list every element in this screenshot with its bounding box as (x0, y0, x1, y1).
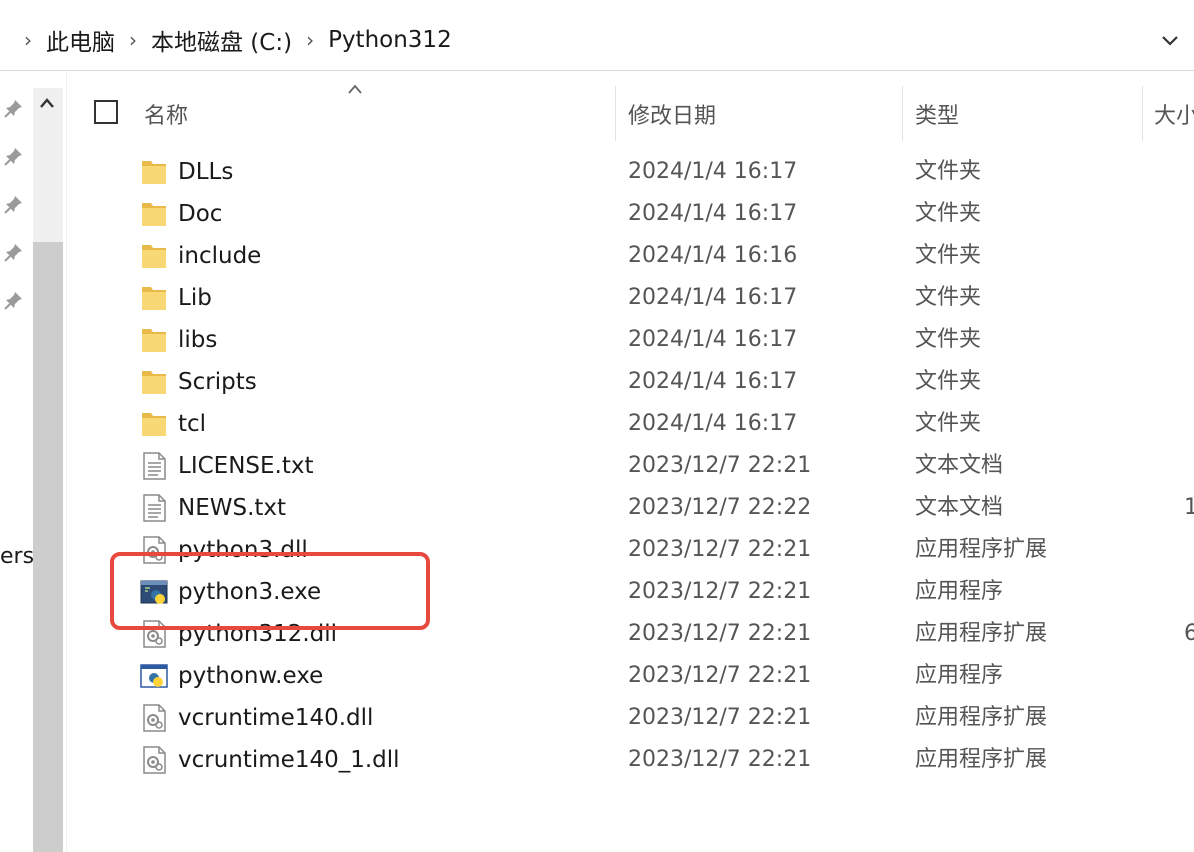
address-bar[interactable]: › 此电脑 › 本地磁盘 (C:) › Python312 (0, 10, 1194, 71)
column-header-name[interactable]: 名称 (144, 86, 188, 141)
column-header-type[interactable]: 类型 (915, 86, 959, 141)
file-row[interactable]: python3.exe 2023/12/7 22:21 应用程序 (0, 571, 1194, 613)
file-row[interactable]: vcruntime140.dll 2023/12/7 22:21 应用程序扩展 (0, 697, 1194, 739)
file-modified-date: 2023/12/7 22:22 (628, 495, 812, 520)
file-row[interactable]: pythonw.exe 2023/12/7 22:21 应用程序 (0, 655, 1194, 697)
chevron-right-icon[interactable]: › (119, 28, 147, 52)
dll-file-icon (140, 745, 168, 775)
file-type: 文件夹 (915, 369, 982, 394)
file-modified-date: 2023/12/7 22:21 (628, 453, 812, 478)
file-modified-date: 2024/1/4 16:17 (628, 369, 798, 394)
file-type: 文本文档 (915, 453, 1004, 478)
dll-file-icon (140, 619, 168, 649)
file-row[interactable]: NEWS.txt 2023/12/7 22:22 文本文档 1 (0, 487, 1194, 529)
file-name: vcruntime140.dll (178, 705, 374, 731)
file-name: include (178, 243, 262, 269)
text-file-icon (140, 451, 168, 481)
file-size: 6 (1184, 621, 1194, 646)
file-name: tcl (178, 411, 207, 437)
folder-icon (140, 325, 168, 355)
folder-icon (140, 409, 168, 439)
file-modified-date: 2024/1/4 16:17 (628, 411, 798, 436)
file-row[interactable]: DLLs 2024/1/4 16:17 文件夹 (0, 151, 1194, 193)
breadcrumb-this-pc[interactable]: 此电脑 (42, 23, 119, 57)
column-header-size[interactable]: 大小 (1154, 86, 1194, 141)
breadcrumb: › 此电脑 › 本地磁盘 (C:) › Python312 (14, 10, 456, 70)
file-type: 文本文档 (915, 495, 1004, 520)
file-name: NEWS.txt (178, 495, 287, 521)
file-modified-date: 2024/1/4 16:17 (628, 327, 798, 352)
file-row[interactable]: python3.dll 2023/12/7 22:21 应用程序扩展 (0, 529, 1194, 571)
file-type: 应用程序扩展 (915, 705, 1048, 730)
text-file-icon (140, 493, 168, 523)
file-type: 文件夹 (915, 285, 982, 310)
file-modified-date: 2024/1/4 16:17 (628, 159, 798, 184)
file-row[interactable]: LICENSE.txt 2023/12/7 22:21 文本文档 (0, 445, 1194, 487)
scroll-up-arrow-icon[interactable] (37, 94, 57, 112)
file-row[interactable]: tcl 2024/1/4 16:17 文件夹 (0, 403, 1194, 445)
breadcrumb-local-disk[interactable]: 本地磁盘 (C:) (147, 23, 296, 57)
file-type: 应用程序扩展 (915, 621, 1048, 646)
folder-icon (140, 283, 168, 313)
file-row[interactable]: Doc 2024/1/4 16:17 文件夹 (0, 193, 1194, 235)
column-header-row: 名称 修改日期 类型 大小 (70, 84, 1194, 141)
file-name: Scripts (178, 369, 257, 395)
file-name: pythonw.exe (178, 663, 324, 689)
chevron-right-icon[interactable]: › (296, 28, 324, 52)
breadcrumb-python312[interactable]: Python312 (324, 27, 456, 53)
file-row[interactable]: Scripts 2024/1/4 16:17 文件夹 (0, 361, 1194, 403)
file-modified-date: 2023/12/7 22:21 (628, 747, 812, 772)
column-divider[interactable] (615, 86, 616, 141)
file-modified-date: 2023/12/7 22:21 (628, 663, 812, 688)
file-type: 应用程序扩展 (915, 537, 1048, 562)
column-divider[interactable] (902, 86, 903, 141)
file-modified-date: 2024/1/4 16:17 (628, 201, 798, 226)
file-row[interactable]: libs 2024/1/4 16:17 文件夹 (0, 319, 1194, 361)
file-name: LICENSE.txt (178, 453, 314, 479)
file-modified-date: 2023/12/7 22:21 (628, 537, 812, 562)
chevron-down-icon[interactable] (1158, 28, 1182, 52)
chevron-right-icon[interactable]: › (14, 28, 42, 52)
folder-icon (140, 157, 168, 187)
file-row[interactable]: Lib 2024/1/4 16:17 文件夹 (0, 277, 1194, 319)
pythonw-exe-icon (140, 661, 168, 691)
dll-file-icon (140, 535, 168, 565)
file-type: 文件夹 (915, 327, 982, 352)
dll-file-icon (140, 703, 168, 733)
file-modified-date: 2023/12/7 22:21 (628, 705, 812, 730)
python-exe-icon (140, 577, 168, 607)
file-type: 文件夹 (915, 411, 982, 436)
column-divider[interactable] (1142, 86, 1143, 141)
file-modified-date: 2024/1/4 16:17 (628, 285, 798, 310)
file-name: Lib (178, 285, 212, 311)
file-size: 1 (1184, 495, 1194, 520)
column-header-date[interactable]: 修改日期 (628, 86, 716, 141)
file-type: 文件夹 (915, 201, 982, 226)
file-name: python3.dll (178, 537, 308, 563)
file-row[interactable]: include 2024/1/4 16:16 文件夹 (0, 235, 1194, 277)
file-name: python3.exe (178, 579, 322, 605)
folder-icon (140, 241, 168, 271)
file-modified-date: 2024/1/4 16:16 (628, 243, 798, 268)
folder-icon (140, 199, 168, 229)
file-type: 文件夹 (915, 159, 982, 184)
file-type: 应用程序扩展 (915, 747, 1048, 772)
file-name: python312.dll (178, 621, 338, 647)
file-row[interactable]: vcruntime140_1.dll 2023/12/7 22:21 应用程序扩展 (0, 739, 1194, 781)
file-name: libs (178, 327, 218, 353)
folder-icon (140, 367, 168, 397)
file-type: 应用程序 (915, 663, 1004, 688)
file-modified-date: 2023/12/7 22:21 (628, 579, 812, 604)
file-name: Doc (178, 201, 223, 227)
file-row[interactable]: python312.dll 2023/12/7 22:21 应用程序扩展 6 (0, 613, 1194, 655)
file-type: 文件夹 (915, 243, 982, 268)
pin-icon[interactable] (4, 98, 24, 118)
sort-ascending-icon (348, 84, 362, 94)
file-name: vcruntime140_1.dll (178, 747, 400, 773)
file-modified-date: 2023/12/7 22:21 (628, 621, 812, 646)
select-all-checkbox[interactable] (94, 100, 118, 124)
file-name: DLLs (178, 159, 234, 185)
file-type: 应用程序 (915, 579, 1004, 604)
